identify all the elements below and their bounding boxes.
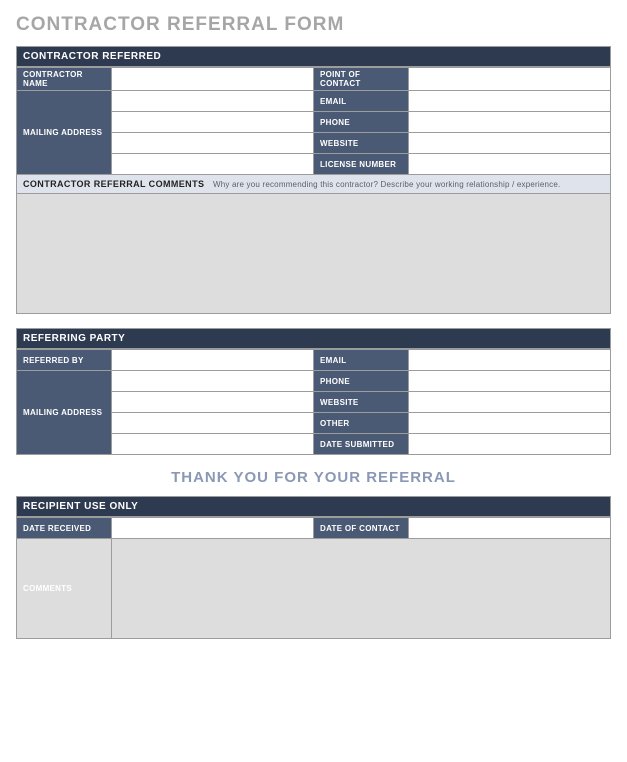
label-mailing-address-2: MAILING ADDRESS [17, 371, 112, 455]
recipient-table: DATE RECEIVED DATE OF CONTACT COMMENTS [16, 517, 611, 639]
input-mailing-address-3[interactable] [112, 133, 314, 154]
input-mailing-address-2-4[interactable] [112, 434, 314, 455]
input-website[interactable] [409, 133, 611, 154]
thank-you-text: THANK YOU FOR YOUR REFERRAL [16, 469, 611, 486]
input-mailing-address-2[interactable] [112, 112, 314, 133]
label-website: WEBSITE [314, 133, 409, 154]
input-point-of-contact[interactable] [409, 68, 611, 91]
comments-label: CONTRACTOR REFERRAL COMMENTS [23, 179, 204, 189]
input-comments-recipient[interactable] [112, 539, 611, 639]
label-email: EMAIL [314, 91, 409, 112]
input-license-number[interactable] [409, 154, 611, 175]
input-mailing-address-2-1[interactable] [112, 371, 314, 392]
label-other: OTHER [314, 413, 409, 434]
input-date-submitted[interactable] [409, 434, 611, 455]
input-phone-2[interactable] [409, 371, 611, 392]
input-mailing-address-1[interactable] [112, 91, 314, 112]
input-referred-by[interactable] [112, 350, 314, 371]
label-referred-by: REFERRED BY [17, 350, 112, 371]
referring-party-table: REFERRED BY EMAIL MAILING ADDRESS PHONE … [16, 349, 611, 455]
label-comments: COMMENTS [17, 539, 112, 639]
label-contractor-name: CONTRACTOR NAME [17, 68, 112, 91]
label-phone: PHONE [314, 112, 409, 133]
input-mailing-address-2-2[interactable] [112, 392, 314, 413]
label-license-number: LICENSE NUMBER [314, 154, 409, 175]
label-phone-2: PHONE [314, 371, 409, 392]
label-mailing-address: MAILING ADDRESS [17, 91, 112, 175]
section-header-recipient: RECIPIENT USE ONLY [16, 496, 611, 517]
label-website-2: WEBSITE [314, 392, 409, 413]
input-contractor-name[interactable] [112, 68, 314, 91]
label-email-2: EMAIL [314, 350, 409, 371]
section-contractor-referred: CONTRACTOR REFERRED CONTRACTOR NAME POIN… [16, 46, 611, 314]
input-other[interactable] [409, 413, 611, 434]
input-email[interactable] [409, 91, 611, 112]
label-date-of-contact: DATE OF CONTACT [314, 518, 409, 539]
label-date-received: DATE RECEIVED [17, 518, 112, 539]
input-date-received[interactable] [112, 518, 314, 539]
comments-header: CONTRACTOR REFERRAL COMMENTS Why are you… [16, 175, 611, 194]
input-website-2[interactable] [409, 392, 611, 413]
form-title: CONTRACTOR REFERRAL FORM [16, 14, 611, 36]
input-mailing-address-4[interactable] [112, 154, 314, 175]
section-header-contractor-referred: CONTRACTOR REFERRED [16, 46, 611, 67]
section-referring-party: REFERRING PARTY REFERRED BY EMAIL MAILIN… [16, 328, 611, 455]
label-point-of-contact: POINT OF CONTACT [314, 68, 409, 91]
input-mailing-address-2-3[interactable] [112, 413, 314, 434]
comments-body[interactable] [16, 194, 611, 314]
input-date-of-contact[interactable] [409, 518, 611, 539]
section-recipient-use-only: RECIPIENT USE ONLY DATE RECEIVED DATE OF… [16, 496, 611, 639]
input-email-2[interactable] [409, 350, 611, 371]
label-date-submitted: DATE SUBMITTED [314, 434, 409, 455]
contractor-referred-table: CONTRACTOR NAME POINT OF CONTACT MAILING… [16, 67, 611, 175]
input-phone[interactable] [409, 112, 611, 133]
comments-help-text: Why are you recommending this contractor… [213, 180, 560, 189]
section-header-referring-party: REFERRING PARTY [16, 328, 611, 349]
